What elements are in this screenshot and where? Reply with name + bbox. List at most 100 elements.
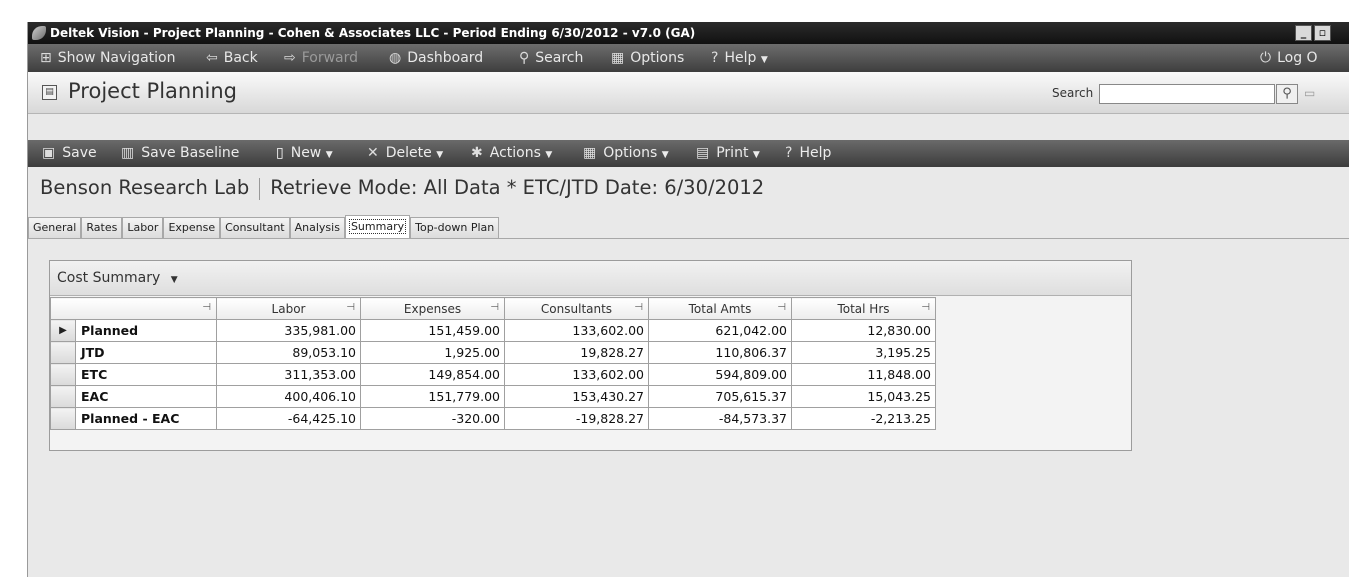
save-button[interactable]: ▣ Save: [42, 140, 97, 167]
row-selector[interactable]: [50, 407, 76, 430]
help-button[interactable]: ? Help: [785, 140, 831, 167]
cell-total-hrs[interactable]: -2,213.25: [791, 407, 936, 430]
table-row-planned[interactable]: ▶ Planned 335,981.00 151,459.00 133,602.…: [50, 319, 936, 342]
top-navigation-bar: ⊞ Show Navigation ⇦ Back ⇨ Forward ◍ Dashboa…: [28, 44, 1349, 72]
column-header-labor[interactable]: Labor ⊣: [216, 297, 361, 320]
help-menu[interactable]: ? Help ▼: [711, 44, 768, 74]
back-link[interactable]: ⇦ Back: [206, 44, 258, 72]
help-icon: ?: [785, 145, 793, 161]
table-row-jtd[interactable]: JTD 89,053.10 1,925.00 19,828.27 110,806…: [50, 341, 936, 364]
options-menu-toolbar[interactable]: ▦ Options ▼: [583, 140, 669, 169]
power-icon: ⏻: [1260, 50, 1272, 66]
row-selector[interactable]: [50, 363, 76, 386]
cost-summary-title[interactable]: Cost Summary ▼: [57, 270, 178, 286]
search-icon: ⚲: [519, 50, 530, 66]
table-row-eac[interactable]: EAC 400,406.10 151,779.00 153,430.27 705…: [50, 385, 936, 408]
tab-expense[interactable]: Expense: [163, 217, 221, 238]
column-header-consultants[interactable]: Consultants ⊣: [504, 297, 649, 320]
column-header-expenses[interactable]: Expenses ⊣: [360, 297, 505, 320]
window-titlebar: Deltek Vision - Project Planning - Cohen…: [28, 22, 1349, 44]
tab-summary[interactable]: Summary: [344, 215, 411, 238]
forward-arrow-icon: ⇨: [284, 50, 296, 66]
pin-icon[interactable]: ⊣: [921, 302, 930, 313]
tab-rates[interactable]: Rates: [81, 217, 123, 238]
options-menu[interactable]: ▦ Options: [611, 44, 684, 72]
page-title: Project Planning: [68, 79, 237, 103]
dashboard-link[interactable]: ◍ Dashboard: [389, 44, 483, 72]
search-input[interactable]: [1099, 84, 1275, 104]
cell-total-hrs[interactable]: 12,830.00: [791, 319, 936, 342]
chevron-down-icon: ▼: [170, 275, 178, 285]
cell-expenses[interactable]: -320.00: [360, 407, 505, 430]
cell-expenses[interactable]: 151,459.00: [360, 319, 505, 342]
search-link[interactable]: ⚲ Search: [519, 44, 583, 72]
pin-icon[interactable]: ⊣: [346, 302, 355, 313]
column-header-total-amts[interactable]: Total Amts ⊣: [648, 297, 792, 320]
cell-total-hrs[interactable]: 3,195.25: [791, 341, 936, 364]
save-baseline-icon: ▥: [121, 145, 135, 161]
pin-icon[interactable]: ⊣: [777, 302, 786, 313]
back-arrow-icon: ⇦: [206, 50, 218, 66]
print-menu[interactable]: ▤ Print ▼: [696, 140, 760, 169]
navigation-icon: ⊞: [40, 50, 52, 66]
new-button[interactable]: ▯ New ▼: [276, 140, 333, 169]
column-header-total-hrs[interactable]: Total Hrs ⊣: [791, 297, 936, 320]
cell-consultants[interactable]: 133,602.00: [504, 363, 649, 386]
table-row-etc[interactable]: ETC 311,353.00 149,854.00 133,602.00 594…: [50, 363, 936, 386]
pin-icon[interactable]: ⊣: [634, 302, 643, 313]
cell-total-amts[interactable]: 705,615.37: [648, 385, 792, 408]
tab-general[interactable]: General: [28, 217, 82, 238]
cell-labor[interactable]: 311,353.00: [216, 363, 361, 386]
tab-consultant[interactable]: Consultant: [220, 217, 290, 238]
table-row-planned-minus-eac[interactable]: Planned - EAC -64,425.10 -320.00 -19,828…: [50, 407, 936, 430]
tab-top-down-plan[interactable]: Top-down Plan: [410, 217, 500, 238]
row-selector[interactable]: [50, 385, 76, 408]
cell-labor[interactable]: 400,406.10: [216, 385, 361, 408]
new-document-icon: ▯: [276, 145, 284, 161]
cell-expenses[interactable]: 1,925.00: [360, 341, 505, 364]
forward-link[interactable]: ⇨ Forward: [284, 44, 358, 72]
cell-total-hrs[interactable]: 11,848.00: [791, 363, 936, 386]
cost-summary-header[interactable]: Cost Summary ▼: [50, 261, 1131, 296]
cell-total-amts[interactable]: 621,042.00: [648, 319, 792, 342]
pin-icon[interactable]: ⊣: [202, 302, 211, 313]
search-button[interactable]: ⚲: [1276, 84, 1298, 104]
cell-consultants[interactable]: 19,828.27: [504, 341, 649, 364]
cell-total-hrs[interactable]: 15,043.25: [791, 385, 936, 408]
tab-strip: General Rates Labor Expense Consultant A…: [28, 215, 500, 238]
tab-analysis[interactable]: Analysis: [289, 217, 345, 238]
gear-icon: ✱: [471, 145, 483, 161]
chevron-down-icon: ▼: [325, 150, 333, 160]
cell-consultants[interactable]: 133,602.00: [504, 319, 649, 342]
row-selector-current[interactable]: ▶: [50, 319, 76, 342]
show-navigation-link[interactable]: ⊞ Show Navigation: [40, 44, 175, 72]
actions-menu[interactable]: ✱ Actions ▼: [471, 140, 552, 169]
magnifier-icon: ⚲: [1282, 86, 1292, 101]
cost-summary-grid: ⊣ Labor ⊣ Expenses ⊣ Consultants ⊣ Total Am…: [50, 297, 936, 430]
delete-button[interactable]: ✕ Delete ▼: [367, 140, 443, 169]
cell-consultants[interactable]: -19,828.27: [504, 407, 649, 430]
cell-total-amts[interactable]: 594,809.00: [648, 363, 792, 386]
tab-labor[interactable]: Labor: [122, 217, 164, 238]
cost-summary-panel: Cost Summary ▼ ⊣ Labor ⊣ Expenses ⊣ Consul…: [49, 260, 1132, 451]
cell-labor[interactable]: 89,053.10: [216, 341, 361, 364]
pin-icon[interactable]: ⊣: [490, 302, 499, 313]
cell-expenses[interactable]: 149,854.00: [360, 363, 505, 386]
cell-consultants[interactable]: 153,430.27: [504, 385, 649, 408]
row-label: Planned - EAC: [75, 407, 217, 430]
cell-expenses[interactable]: 151,779.00: [360, 385, 505, 408]
cell-total-amts[interactable]: 110,806.37: [648, 341, 792, 364]
search-options-icon[interactable]: ▭: [1304, 86, 1315, 100]
minimize-button[interactable]: _: [1295, 25, 1312, 41]
logout-link[interactable]: ⏻ Log O: [1260, 44, 1318, 72]
options-icon: ▦: [611, 50, 625, 66]
window-title: Deltek Vision - Project Planning - Cohen…: [50, 26, 696, 40]
row-label-column-header[interactable]: ⊣: [50, 297, 217, 320]
row-selector[interactable]: [50, 341, 76, 364]
maximize-button[interactable]: ▫: [1314, 25, 1331, 41]
dashboard-icon: ◍: [389, 50, 402, 66]
cell-total-amts[interactable]: -84,573.37: [648, 407, 792, 430]
cell-labor[interactable]: -64,425.10: [216, 407, 361, 430]
cell-labor[interactable]: 335,981.00: [216, 319, 361, 342]
save-baseline-button[interactable]: ▥ Save Baseline: [121, 140, 239, 167]
